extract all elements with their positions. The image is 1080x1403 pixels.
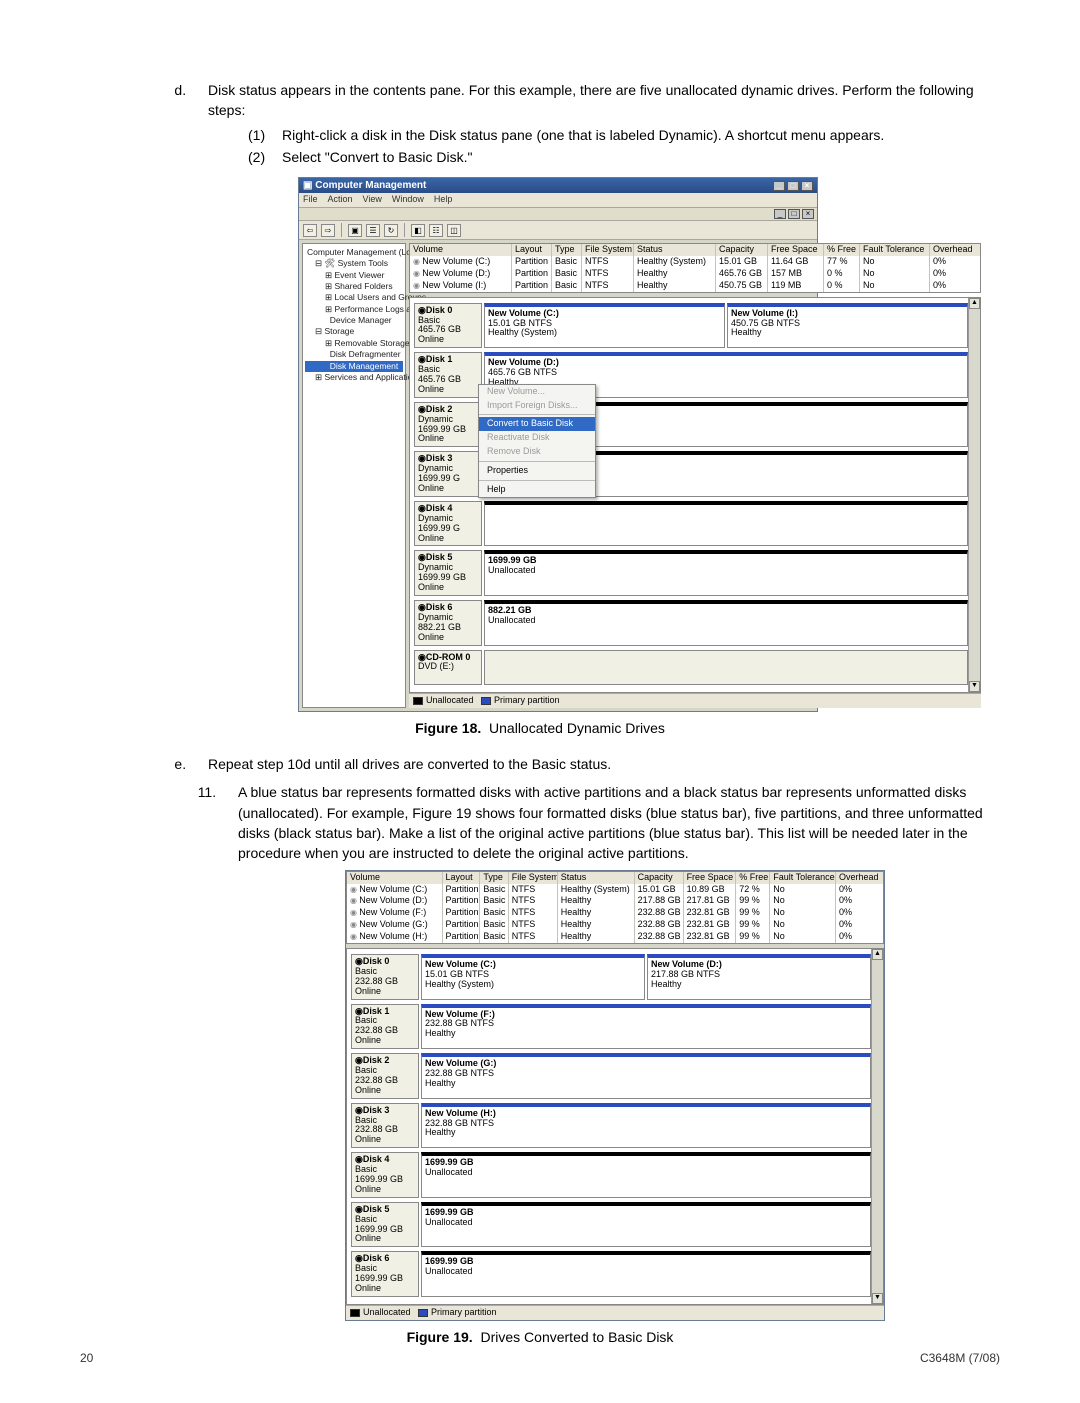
disk-row[interactable]: ◉Disk 3Basic232.88 GBOnlineNew Volume (H…	[351, 1103, 871, 1149]
ctx-new-volume: New Volume...	[479, 385, 595, 399]
fig18-window: ▣ Computer Management _□× FileActionView…	[298, 177, 818, 712]
refresh-icon[interactable]: ↻	[384, 224, 398, 237]
scrollbar[interactable]: ▲▼	[968, 298, 980, 693]
disk-row[interactable]: ◉Disk 0Basic232.88 GBOnlineNew Volume (C…	[351, 954, 871, 1000]
disk-header[interactable]: ◉Disk 3Dynamic1699.99 GOnline	[414, 451, 482, 497]
mdi-controls[interactable]: _□×	[774, 209, 814, 219]
partition[interactable]: 1699.99 GBUnallocated	[421, 1152, 871, 1198]
disk-header[interactable]: ◉Disk 0Basic465.76 GBOnline	[414, 303, 482, 349]
max-icon: □	[787, 181, 799, 191]
partition[interactable]: 1699.99 GBUnallocated	[421, 1251, 871, 1297]
step-d-text: Disk status appears in the contents pane…	[208, 82, 974, 118]
back-icon[interactable]: ⇦	[303, 224, 317, 237]
table-row[interactable]: New Volume (H:)PartitionBasicNTFSHealthy…	[347, 931, 883, 943]
tb-icon[interactable]: ☷	[429, 224, 443, 237]
fig18-caption: Figure 18. Unallocated Dynamic Drives	[80, 720, 1000, 736]
substep-2: (2)Select "Convert to Basic Disk."	[248, 147, 1000, 167]
disk-header[interactable]: ◉Disk 1Basic465.76 GBOnline	[414, 352, 482, 398]
fwd-icon[interactable]: ⇨	[321, 224, 335, 237]
context-menu[interactable]: New Volume... Import Foreign Disks... Co…	[478, 384, 596, 498]
disk-header[interactable]: ◉Disk 0Basic232.88 GBOnline	[351, 954, 419, 1000]
partition[interactable]: New Volume (C:)15.01 GB NTFSHealthy (Sys…	[421, 954, 645, 1000]
nav-tree[interactable]: Computer Management (Local) ⊟ 🛠 System T…	[302, 243, 406, 708]
disk-row[interactable]: ◉Disk 4Basic1699.99 GBOnline1699.99 GBUn…	[351, 1152, 871, 1198]
legend: Unallocated Primary partition	[346, 1305, 884, 1320]
disk-header[interactable]: ◉CD-ROM 0DVD (E:)	[414, 650, 482, 686]
disk-row[interactable]: ◉Disk 4Dynamic1699.99 GOnline	[414, 501, 968, 547]
disk-row[interactable]: ◉Disk 5Dynamic1699.99 GBOnline1699.99 GB…	[414, 550, 968, 596]
partition[interactable]: New Volume (G:)232.88 GB NTFSHealthy	[421, 1053, 871, 1099]
toolbar[interactable]: ⇦ ⇨ ▣ ☰ ↻ ◧ ☷ ◫	[299, 221, 817, 240]
disk-header[interactable]: ◉Disk 4Dynamic1699.99 GOnline	[414, 501, 482, 547]
disk-header[interactable]: ◉Disk 5Basic1699.99 GBOnline	[351, 1202, 419, 1248]
partition[interactable]: 882.21 GBUnallocated	[484, 600, 968, 646]
ctx-help[interactable]: Help	[479, 483, 595, 497]
table-row[interactable]: New Volume (C:)PartitionBasicNTFSHealthy…	[410, 256, 980, 268]
ctx-reactivate: Reactivate Disk	[479, 431, 595, 445]
volume-table[interactable]: VolumeLayoutTypeFile SystemStatusCapacit…	[409, 243, 981, 293]
ctx-properties[interactable]: Properties	[479, 464, 595, 478]
disk-header[interactable]: ◉Disk 6Basic1699.99 GBOnline	[351, 1251, 419, 1297]
table-header: VolumeLayoutTypeFile SystemStatusCapacit…	[347, 872, 883, 884]
tb-icon[interactable]: ◧	[411, 224, 425, 237]
doc-id: C3648M (7/08)	[920, 1351, 1000, 1365]
disk-header[interactable]: ◉Disk 6Dynamic882.21 GBOnline	[414, 600, 482, 646]
scrollbar[interactable]: ▲▼	[871, 949, 883, 1304]
disk-header[interactable]: ◉Disk 5Dynamic1699.99 GBOnline	[414, 550, 482, 596]
table-row[interactable]: New Volume (F:)PartitionBasicNTFSHealthy…	[347, 907, 883, 919]
disk-pane[interactable]: ◉Disk 0Basic232.88 GBOnlineNew Volume (C…	[346, 948, 884, 1305]
step-e: Repeat step 10d until all drives are con…	[190, 754, 1000, 774]
ctx-convert-basic[interactable]: Convert to Basic Disk	[479, 417, 595, 431]
table-header: VolumeLayoutTypeFile SystemStatusCapacit…	[410, 244, 980, 256]
disk-row[interactable]: ◉Disk 6Dynamic882.21 GBOnline882.21 GBUn…	[414, 600, 968, 646]
disk-header[interactable]: ◉Disk 2Dynamic1699.99 GBOnline	[414, 402, 482, 448]
window-controls[interactable]: _□×	[773, 181, 813, 191]
partition[interactable]: New Volume (I:)450.75 GB NTFSHealthy	[727, 303, 968, 349]
tb-icon[interactable]: ▣	[348, 224, 362, 237]
partition[interactable]: New Volume (C:)15.01 GB NTFSHealthy (Sys…	[484, 303, 725, 349]
page-number: 20	[80, 1351, 93, 1365]
volume-table[interactable]: VolumeLayoutTypeFile SystemStatusCapacit…	[346, 871, 884, 944]
partition[interactable]: New Volume (F:)232.88 GB NTFSHealthy	[421, 1004, 871, 1050]
table-row[interactable]: New Volume (D:)PartitionBasicNTFSHealthy…	[410, 268, 980, 280]
disk-row[interactable]: ◉Disk 2Basic232.88 GBOnlineNew Volume (G…	[351, 1053, 871, 1099]
table-row[interactable]: New Volume (D:)PartitionBasicNTFSHealthy…	[347, 895, 883, 907]
fig19-window: VolumeLayoutTypeFile SystemStatusCapacit…	[345, 870, 885, 1321]
step-11: A blue status bar represents formatted d…	[220, 782, 1000, 863]
disk-header[interactable]: ◉Disk 4Basic1699.99 GBOnline	[351, 1152, 419, 1198]
tb-icon[interactable]: ◫	[447, 224, 461, 237]
table-row[interactable]: New Volume (C:)PartitionBasicNTFSHealthy…	[347, 884, 883, 896]
disk-pane[interactable]: ◉Disk 0Basic465.76 GBOnlineNew Volume (C…	[409, 297, 981, 694]
partition[interactable]: New Volume (D:)217.88 GB NTFSHealthy	[647, 954, 871, 1000]
fig19-caption: Figure 19. Drives Converted to Basic Dis…	[80, 1329, 1000, 1345]
partition[interactable]: 1699.99 GBUnallocated	[421, 1202, 871, 1248]
disk-row[interactable]: ◉Disk 6Basic1699.99 GBOnline1699.99 GBUn…	[351, 1251, 871, 1297]
partition[interactable]: 1699.99 GBUnallocated	[484, 550, 968, 596]
ctx-remove: Remove Disk	[479, 445, 595, 459]
disk-row[interactable]: ◉CD-ROM 0DVD (E:)	[414, 650, 968, 686]
disk-header[interactable]: ◉Disk 2Basic232.88 GBOnline	[351, 1053, 419, 1099]
close-icon: ×	[801, 181, 813, 191]
partition[interactable]: New Volume (H:)232.88 GB NTFSHealthy	[421, 1103, 871, 1149]
disk-header[interactable]: ◉Disk 1Basic232.88 GBOnline	[351, 1004, 419, 1050]
tb-icon[interactable]: ☰	[366, 224, 380, 237]
window-titlebar[interactable]: ▣ Computer Management _□×	[299, 178, 817, 193]
disk-header[interactable]: ◉Disk 3Basic232.88 GBOnline	[351, 1103, 419, 1149]
menu-bar[interactable]: FileActionViewWindowHelp	[299, 193, 817, 208]
disk-row[interactable]: ◉Disk 0Basic465.76 GBOnlineNew Volume (C…	[414, 303, 968, 349]
table-row[interactable]: New Volume (G:)PartitionBasicNTFSHealthy…	[347, 919, 883, 931]
step-d: Disk status appears in the contents pane…	[190, 80, 1000, 167]
legend: Unallocated Primary partition	[409, 693, 981, 708]
disk-row[interactable]: ◉Disk 5Basic1699.99 GBOnline1699.99 GBUn…	[351, 1202, 871, 1248]
min-icon: _	[773, 181, 785, 191]
tree-disk-management[interactable]: Disk Management	[305, 361, 403, 372]
disk-row[interactable]: ◉Disk 1Basic232.88 GBOnlineNew Volume (F…	[351, 1004, 871, 1050]
partition[interactable]	[484, 501, 968, 547]
table-row[interactable]: New Volume (I:)PartitionBasicNTFSHealthy…	[410, 280, 980, 292]
substep-1: (1)Right-click a disk in the Disk status…	[248, 125, 1000, 145]
ctx-import-foreign: Import Foreign Disks...	[479, 399, 595, 413]
